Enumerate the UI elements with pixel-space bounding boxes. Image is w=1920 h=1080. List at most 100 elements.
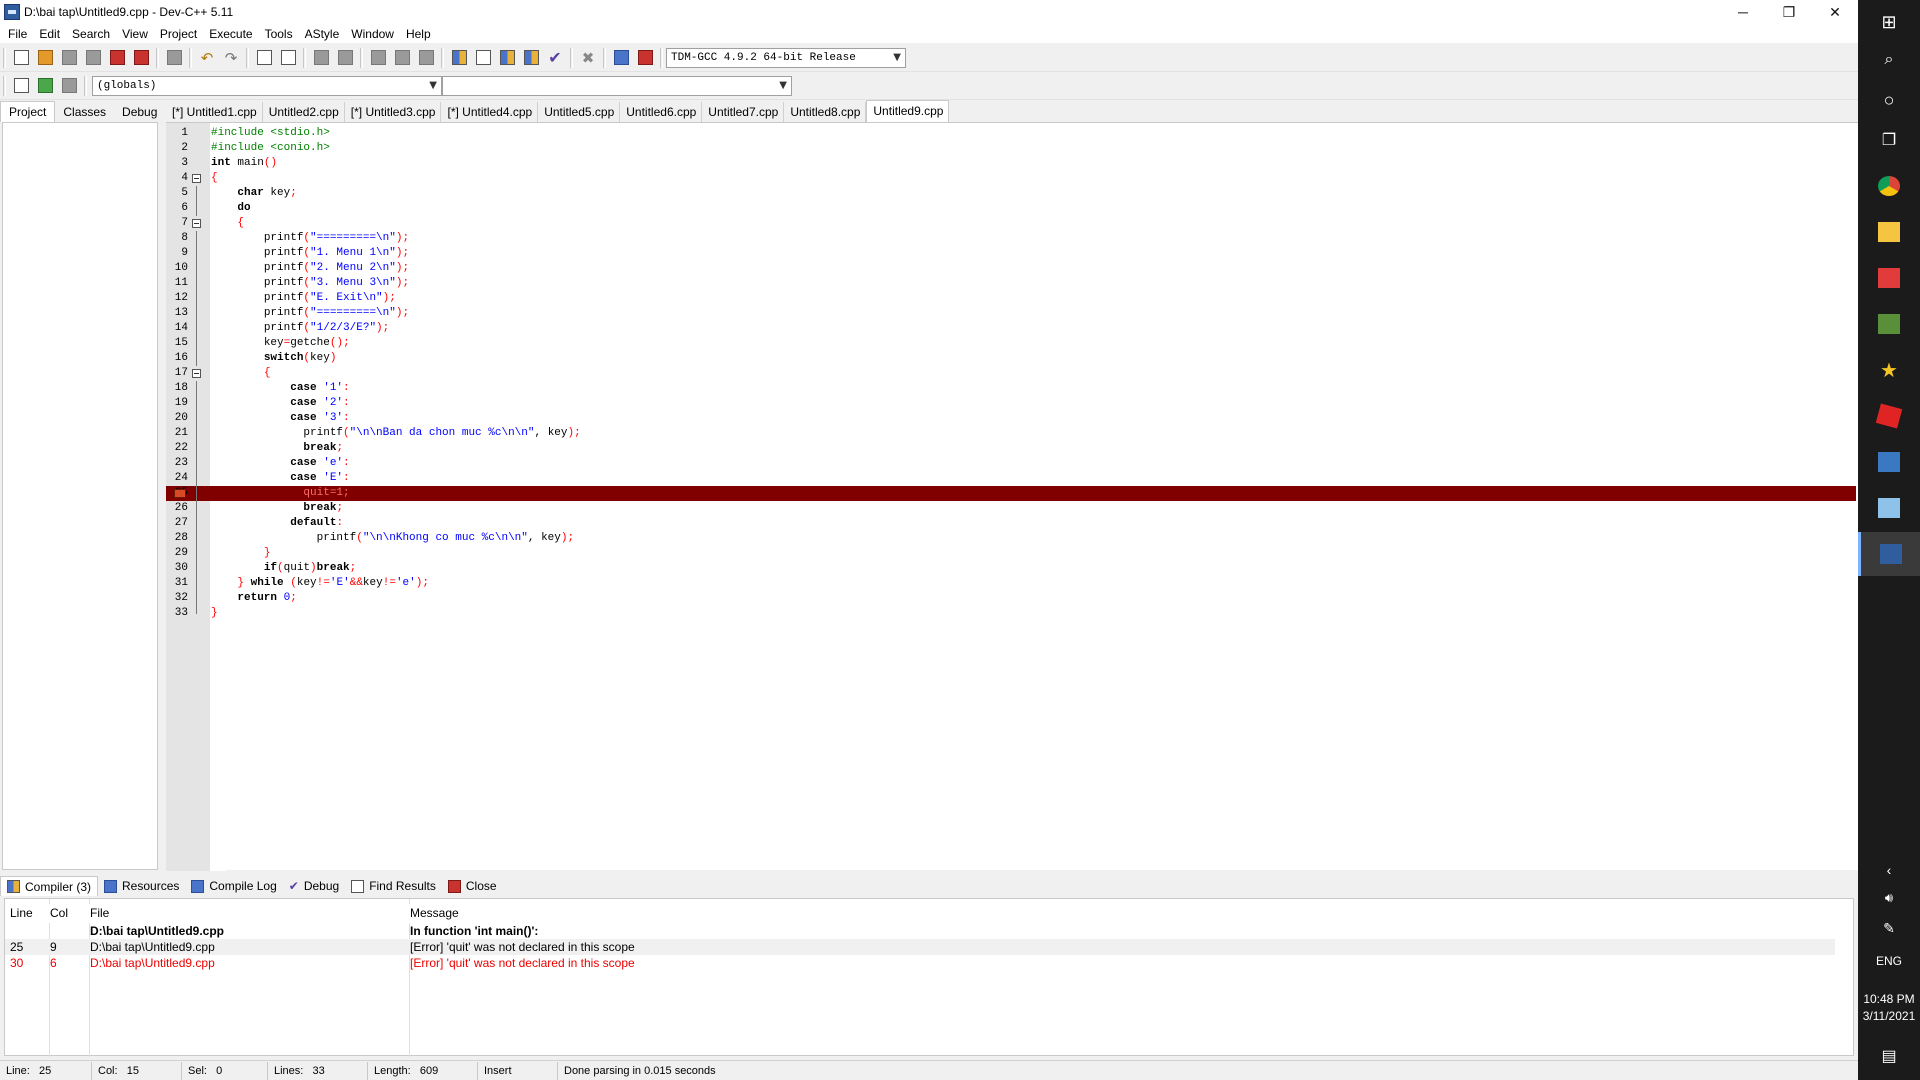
devcpp-taskbar-item[interactable] <box>1858 532 1920 576</box>
header-file[interactable]: File <box>85 904 405 923</box>
code-line[interactable]: 28 printf("\n\nKhong co muc %c\n\n", key… <box>166 531 1856 546</box>
syntax-check-button[interactable]: ✔ <box>544 47 566 69</box>
tab-compiler[interactable]: Compiler (3) <box>0 876 99 896</box>
fold-toggle-icon[interactable] <box>192 174 201 183</box>
code-line[interactable]: 26 break; <box>166 501 1856 516</box>
star-app-taskbar-item[interactable]: ★ <box>1858 348 1920 392</box>
compile-button[interactable] <box>448 47 470 69</box>
cortana-button[interactable]: ○ <box>1858 78 1920 122</box>
code-line[interactable]: 32 return 0; <box>166 591 1856 606</box>
code-line[interactable]: 29 } <box>166 546 1856 561</box>
code-line[interactable]: 16 switch(key) <box>166 351 1856 366</box>
code-line[interactable]: 33} <box>166 606 1856 621</box>
project-panel[interactable] <box>2 122 158 870</box>
tab-untitled4[interactable]: [*] Untitled4.cpp <box>441 102 539 122</box>
member-select[interactable]: ▼ <box>442 75 792 96</box>
save-button[interactable] <box>58 47 80 69</box>
close-all-button[interactable] <box>130 47 152 69</box>
message-row[interactable]: 25 9 D:\bai tap\Untitled9.cpp [Error] 'quit… <box>5 939 1835 955</box>
code-line[interactable]: 21 printf("\n\nBan da chon muc %c\n\n", … <box>166 426 1856 441</box>
tab-find-results[interactable]: Find Results <box>345 876 442 896</box>
minecraft-taskbar-item[interactable] <box>1858 302 1920 346</box>
indent-button[interactable] <box>310 47 332 69</box>
stop-execution-button[interactable]: ✖ <box>577 47 599 69</box>
new-file-button[interactable] <box>10 47 32 69</box>
tab-project[interactable]: Project <box>0 101 56 122</box>
tab-untitled7[interactable]: Untitled7.cpp <box>702 102 785 122</box>
back-button[interactable] <box>367 47 389 69</box>
tab-untitled2[interactable]: Untitled2.cpp <box>262 102 345 122</box>
action-center-button[interactable]: ▤ <box>1858 1036 1920 1076</box>
fold-toggle-icon[interactable] <box>192 369 201 378</box>
tab-compile-log[interactable]: Compile Log <box>185 876 282 896</box>
compile-run-button[interactable] <box>496 47 518 69</box>
code-line[interactable]: 11 printf("3. Menu 3\n"); <box>166 276 1856 291</box>
menu-file[interactable]: File <box>0 27 33 41</box>
header-message[interactable]: Message <box>405 904 1835 923</box>
file-explorer-taskbar-item[interactable] <box>1858 210 1920 254</box>
message-row[interactable]: 30 6 D:\bai tap\Untitled9.cpp [Error] 'quit… <box>5 955 1835 971</box>
message-row[interactable]: D:\bai tap\Untitled9.cpp In function 'int… <box>5 923 1835 939</box>
code-line[interactable]: 9 printf("1. Menu 1\n"); <box>166 246 1856 261</box>
code-line[interactable]: 12 printf("E. Exit\n"); <box>166 291 1856 306</box>
code-line[interactable]: 7 { <box>166 216 1856 231</box>
save-all-button[interactable] <box>82 47 104 69</box>
close-button[interactable]: ✕ <box>1812 0 1858 24</box>
print-button[interactable] <box>163 47 185 69</box>
tab-untitled1[interactable]: [*] Untitled1.cpp <box>166 102 263 122</box>
code-line[interactable]: 5 char key; <box>166 186 1856 201</box>
goto-button[interactable] <box>34 75 56 97</box>
input-language[interactable]: ENG <box>1858 954 1920 968</box>
profile-button[interactable] <box>610 47 632 69</box>
clock-time[interactable]: 10:48 PM <box>1858 992 1920 1006</box>
close-file-button[interactable] <box>106 47 128 69</box>
code-line[interactable]: 31 } while (key!='E'&&key!='e'); <box>166 576 1856 591</box>
menu-search[interactable]: Search <box>66 27 116 41</box>
code-line[interactable]: 20 case '3': <box>166 411 1856 426</box>
code-line[interactable]: 3 int main() <box>166 156 1856 171</box>
code-line[interactable]: 22 break; <box>166 441 1856 456</box>
clock-date[interactable]: 3/11/2021 <box>1858 1009 1920 1023</box>
unindent-button[interactable] <box>334 47 356 69</box>
search-button[interactable]: ⌕ <box>1858 38 1920 82</box>
code-line[interactable]: 1 #include <stdio.h> <box>166 126 1856 141</box>
code-line[interactable]: 6 do <box>166 201 1856 216</box>
forward-button[interactable] <box>391 47 413 69</box>
code-line[interactable]: 15 key=getche(); <box>166 336 1856 351</box>
tab-untitled9[interactable]: Untitled9.cpp <box>866 100 950 122</box>
maximize-button[interactable]: ❐ <box>1766 0 1812 24</box>
scope-select[interactable]: (globals) ▼ <box>92 75 442 96</box>
app-taskbar-item[interactable] <box>1858 256 1920 300</box>
code-line[interactable]: 2 #include <conio.h> <box>166 141 1856 156</box>
notes-taskbar-item[interactable] <box>1858 486 1920 530</box>
code-editor[interactable]: 1 #include <stdio.h> 2 #include <conio.h> 3 i… <box>166 122 1858 871</box>
undo-button[interactable]: ↶ <box>196 47 218 69</box>
open-button[interactable] <box>34 47 56 69</box>
roblox-taskbar-item[interactable] <box>1858 394 1920 438</box>
code-line[interactable]: 13 printf("=========\n"); <box>166 306 1856 321</box>
menu-edit[interactable]: Edit <box>33 27 66 41</box>
debug-button[interactable] <box>634 47 656 69</box>
volume-network-tray[interactable]: 🔊︎ <box>1858 884 1920 912</box>
insert-button[interactable] <box>10 75 32 97</box>
code-line[interactable]: 19 case '2': <box>166 396 1856 411</box>
toggle-bookmark-button[interactable] <box>58 75 80 97</box>
compiler-select[interactable]: TDM-GCC 4.9.2 64-bit Release ▼ <box>666 47 906 68</box>
menu-astyle[interactable]: AStyle <box>299 27 346 41</box>
task-view-button[interactable]: ❐ <box>1858 118 1920 162</box>
menu-view[interactable]: View <box>116 27 154 41</box>
menu-execute[interactable]: Execute <box>203 27 258 41</box>
code-line[interactable]: 4{ <box>166 171 1856 186</box>
redo-button[interactable]: ↷ <box>220 47 242 69</box>
menu-help[interactable]: Help <box>400 27 437 41</box>
calculator-taskbar-item[interactable] <box>1858 440 1920 484</box>
rebuild-all-button[interactable] <box>520 47 542 69</box>
code-line[interactable]: 23 case 'e': <box>166 456 1856 471</box>
tab-untitled8[interactable]: Untitled8.cpp <box>784 102 867 122</box>
bookmark-button[interactable] <box>415 47 437 69</box>
code-line[interactable]: 25 quit=1; <box>166 486 1856 501</box>
tab-untitled6[interactable]: Untitled6.cpp <box>620 102 703 122</box>
replace-button[interactable] <box>277 47 299 69</box>
code-line[interactable]: 8 printf("=========\n"); <box>166 231 1856 246</box>
minimize-button[interactable]: ─ <box>1720 0 1766 24</box>
